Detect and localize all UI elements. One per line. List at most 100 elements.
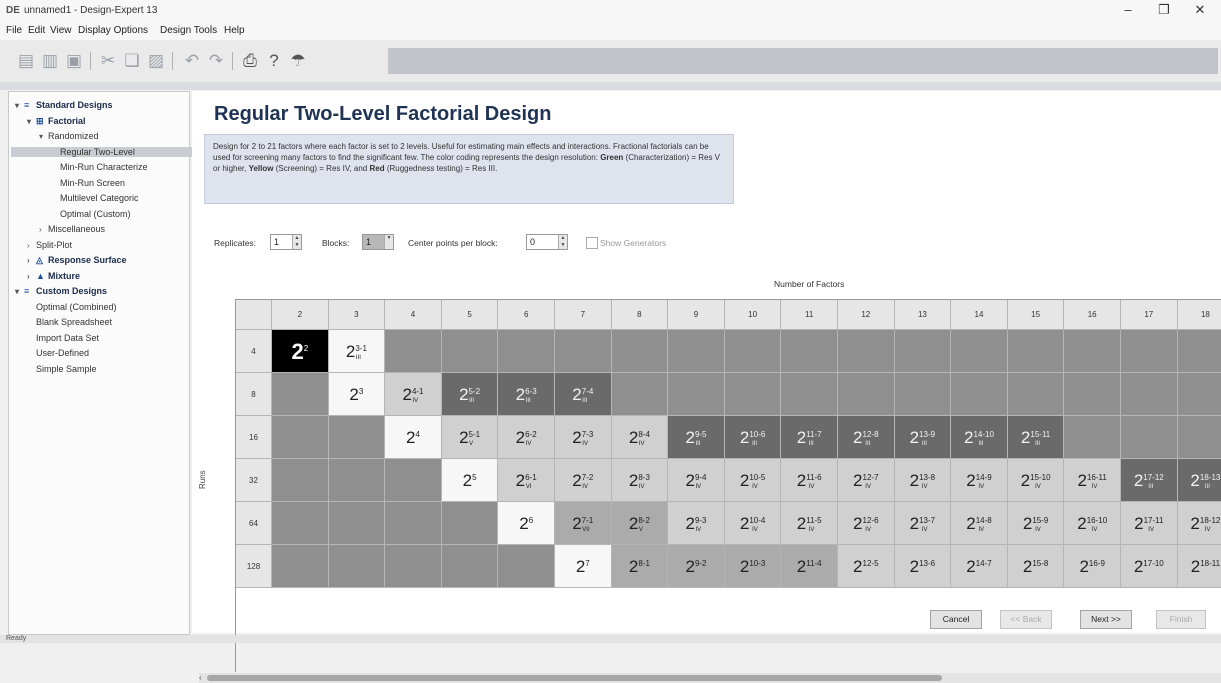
expand-arrow-icon[interactable]: ▾ <box>15 101 24 110</box>
design-cell[interactable]: 25 <box>441 459 499 502</box>
center-points-input[interactable]: 0 ▲ ▼ <box>526 234 568 250</box>
expand-arrow-icon[interactable]: ▾ <box>27 117 36 126</box>
tree-item-import-data-set[interactable]: Import Data Set <box>27 333 99 343</box>
design-cell[interactable]: 26-1 VI <box>498 459 555 502</box>
design-cell[interactable]: 28-2 V <box>611 502 669 545</box>
design-cell[interactable]: 212-8 III <box>838 416 895 459</box>
menu-design-tools[interactable]: Design Tools <box>160 25 217 36</box>
help-icon[interactable]: ? <box>264 50 284 72</box>
tree-item-blank-spreadsheet[interactable]: Blank Spreadsheet <box>27 317 112 327</box>
design-cell[interactable]: 215-10 IV <box>1007 459 1065 502</box>
design-cell[interactable]: 24-1 IV <box>385 373 442 416</box>
collapse-arrow-icon[interactable]: › <box>27 241 36 250</box>
tree-item-randomized[interactable]: ▾ Randomized <box>39 131 99 141</box>
tree-item-factorial[interactable]: ▾ ⊞ Factorial <box>27 116 86 127</box>
design-cell[interactable]: 27 <box>555 545 612 588</box>
horizontal-scrollbar[interactable]: ‹ <box>199 673 1221 683</box>
cut-icon[interactable]: ✂ <box>98 50 118 72</box>
design-cell[interactable]: 27-2 IV <box>555 459 612 502</box>
next-button[interactable]: Next >> <box>1080 610 1132 629</box>
design-cell[interactable]: 216-10 IV <box>1064 502 1121 545</box>
replicates-spin-arrows[interactable]: ▲ ▼ <box>292 235 301 249</box>
design-cell[interactable]: 211-5 IV <box>781 502 838 545</box>
tree-item-standard-designs[interactable]: ▾ ≡ Standard Designs <box>15 100 113 110</box>
print-icon[interactable]: ⎙ <box>240 50 260 72</box>
design-cell[interactable]: 212-6 IV <box>838 502 895 545</box>
design-cell[interactable]: 210-6 III <box>724 416 782 459</box>
design-cell[interactable]: 213-9 III <box>894 416 952 459</box>
tree-item-response-surface[interactable]: › ◬ Response Surface <box>27 255 127 266</box>
back-button[interactable]: << Back <box>1000 610 1052 629</box>
design-cell[interactable]: 24 <box>385 416 442 459</box>
tree-item-custom-designs[interactable]: ▾ ≡ Custom Designs <box>15 286 107 296</box>
tree-item-user-defined[interactable]: User-Defined <box>27 348 89 358</box>
design-cell[interactable]: 27-3 IV <box>555 416 612 459</box>
design-cell[interactable]: 213-8 IV <box>894 459 952 502</box>
tree-item-multilevel-categoric[interactable]: Multilevel Categoric <box>51 193 139 203</box>
design-cell[interactable]: 211-7 III <box>781 416 838 459</box>
design-cell[interactable]: 218-13 III <box>1177 459 1221 502</box>
cancel-button[interactable]: Cancel <box>930 610 982 629</box>
design-cell[interactable]: 217-11 IV <box>1121 502 1178 545</box>
design-cell[interactable]: 26-2 IV <box>498 416 555 459</box>
design-cell[interactable]: 26 <box>498 502 555 545</box>
paste-icon[interactable]: ▨ <box>146 50 166 72</box>
tree-item-split-plot[interactable]: › Split-Plot <box>27 240 72 250</box>
design-cell[interactable]: 213-6 <box>894 545 952 588</box>
tree-item-min-run-screen[interactable]: Min-Run Screen <box>51 178 125 188</box>
scroll-left-icon[interactable]: ‹ <box>199 673 202 682</box>
design-cell[interactable]: 23 <box>328 373 386 416</box>
tree-item-optimal-combined[interactable]: Optimal (Combined) <box>27 302 117 312</box>
tip-icon[interactable]: ☂ <box>288 50 308 72</box>
design-cell[interactable]: 27-1 VII <box>555 502 612 545</box>
maximize-button[interactable]: ❐ <box>1146 2 1182 20</box>
show-generators-checkbox[interactable] <box>586 237 598 249</box>
tree-item-simple-sample[interactable]: Simple Sample <box>27 364 97 374</box>
design-cell[interactable]: 25-1 V <box>441 416 499 459</box>
expand-arrow-icon[interactable]: ▾ <box>39 132 48 141</box>
design-cell[interactable]: 23-1 III <box>328 330 386 373</box>
design-cell[interactable]: 28-4 IV <box>611 416 669 459</box>
design-cell[interactable]: 215-11 III <box>1007 416 1065 459</box>
design-cell[interactable]: 214-9 IV <box>951 459 1008 502</box>
design-cell[interactable]: 212-5 <box>838 545 895 588</box>
menu-display-options[interactable]: Display Options <box>78 25 148 36</box>
chevron-down-icon[interactable]: ▼ <box>384 235 393 249</box>
design-cell[interactable]: 29-4 IV <box>668 459 725 502</box>
menu-file[interactable]: File <box>6 25 22 36</box>
tree-item-optimal-custom[interactable]: Optimal (Custom) <box>51 209 131 219</box>
tree-item-miscellaneous[interactable]: › Miscellaneous <box>39 224 105 234</box>
design-cell[interactable]: 214-7 <box>951 545 1008 588</box>
design-cell[interactable]: 218-12 IV <box>1177 502 1221 545</box>
blocks-select[interactable]: 1 ▼ <box>362 234 394 250</box>
design-cell[interactable]: 28-1 <box>611 545 669 588</box>
design-cell[interactable]: 25-2 III <box>441 373 499 416</box>
replicates-input[interactable]: 1 ▲ ▼ <box>270 234 302 250</box>
collapse-arrow-icon[interactable]: › <box>39 225 48 234</box>
design-cell[interactable]: 216-9 <box>1064 545 1121 588</box>
design-cell[interactable]: 211-4 <box>781 545 838 588</box>
undo-icon[interactable]: ↶ <box>182 50 202 72</box>
design-cell[interactable]: 210-4 IV <box>724 502 782 545</box>
design-cell[interactable]: 215-9 IV <box>1007 502 1065 545</box>
center-points-spin-arrows[interactable]: ▲ ▼ <box>558 235 567 249</box>
tree-item-mixture[interactable]: › ▲ Mixture <box>27 271 80 281</box>
design-cell[interactable]: 211-6 IV <box>781 459 838 502</box>
minimize-button[interactable]: – <box>1110 2 1146 20</box>
design-cell[interactable]: 214-10 III <box>951 416 1008 459</box>
open-file-icon[interactable]: ▥ <box>40 50 60 72</box>
design-cell[interactable]: 26-3 III <box>498 373 555 416</box>
design-cell[interactable]: 215-8 <box>1007 545 1065 588</box>
close-button[interactable]: ✕ <box>1182 2 1218 20</box>
design-cell[interactable]: 22 <box>272 330 329 373</box>
design-cell[interactable]: 217-12 III <box>1121 459 1178 502</box>
copy-icon[interactable]: ❏ <box>122 50 142 72</box>
design-cell[interactable]: 218-11 <box>1177 545 1221 588</box>
design-cell[interactable]: 214-8 IV <box>951 502 1008 545</box>
save-icon[interactable]: ▣ <box>64 50 84 72</box>
redo-icon[interactable]: ↷ <box>206 50 226 72</box>
menu-view[interactable]: View <box>50 25 72 36</box>
menu-edit[interactable]: Edit <box>28 25 45 36</box>
design-cell[interactable]: 216-11 IV <box>1064 459 1121 502</box>
expand-arrow-icon[interactable]: ▾ <box>15 287 24 296</box>
